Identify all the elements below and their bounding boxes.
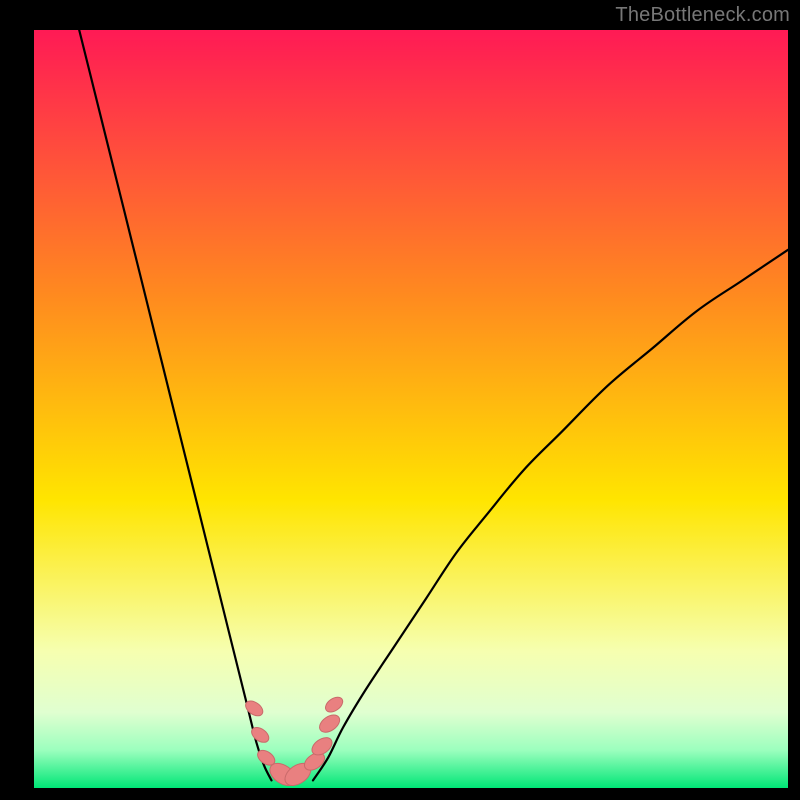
chart-svg xyxy=(0,0,800,800)
chart-frame: TheBottleneck.com xyxy=(0,0,800,800)
watermark-text: TheBottleneck.com xyxy=(615,4,790,27)
plot-background xyxy=(34,30,788,788)
